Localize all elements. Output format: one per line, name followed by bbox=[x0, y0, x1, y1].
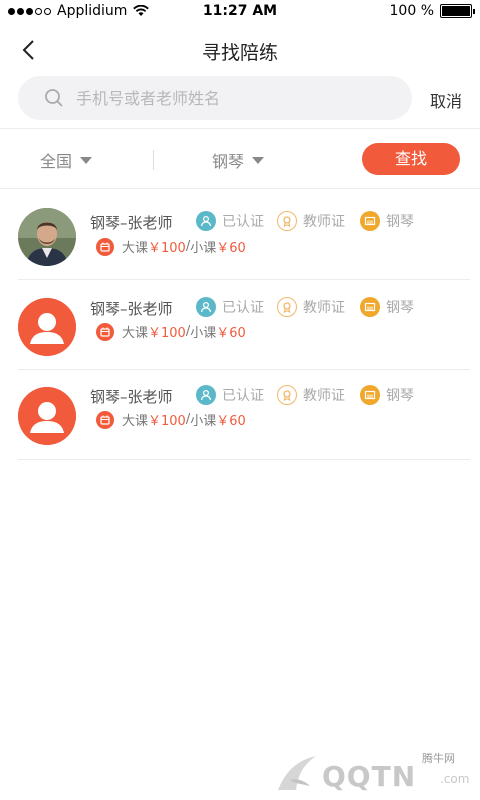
verified-badge: 已认证 bbox=[196, 297, 264, 317]
big-class-label: 大课 bbox=[122, 326, 149, 341]
certificate-icon bbox=[277, 211, 297, 231]
search-icon bbox=[45, 89, 63, 107]
big-class-label: 大课 bbox=[122, 241, 149, 256]
instrument-filter-label: 钢琴 bbox=[212, 152, 245, 171]
search-row: 取消 bbox=[0, 76, 480, 126]
instrument-label: 钢琴 bbox=[386, 214, 414, 230]
search-box[interactable] bbox=[18, 76, 412, 120]
teacher-list: 钢琴–张老师 已认证 教师证 钢琴 大课 ￥100 / 小课 ￥60 钢琴–张老… bbox=[0, 190, 480, 460]
verified-badge: 已认证 bbox=[196, 211, 264, 231]
watermark-site-name: 腾牛网 bbox=[422, 752, 455, 765]
teacher-name: 钢琴–张老师 bbox=[90, 388, 173, 406]
certificate-badge: 教师证 bbox=[277, 211, 345, 231]
avatar bbox=[18, 298, 76, 356]
user-verified-icon bbox=[196, 385, 216, 405]
price-icon bbox=[96, 322, 114, 341]
avatar bbox=[18, 208, 76, 266]
certificate-icon bbox=[277, 297, 297, 317]
certificate-label: 教师证 bbox=[303, 300, 345, 316]
certificate-label: 教师证 bbox=[303, 388, 345, 404]
small-class-price: ￥60 bbox=[216, 241, 246, 256]
piano-icon bbox=[360, 385, 380, 405]
filter-row: 全国 钢琴 查找 bbox=[0, 130, 480, 188]
nav-bar: 寻找陪练 bbox=[0, 24, 480, 76]
teacher-name: 钢琴–张老师 bbox=[90, 214, 173, 232]
small-class-price: ￥60 bbox=[216, 414, 246, 429]
user-verified-icon bbox=[196, 297, 216, 317]
watermark-text: QQTN bbox=[322, 760, 417, 793]
price-icon bbox=[96, 237, 114, 256]
divider bbox=[0, 128, 480, 129]
instrument-label: 钢琴 bbox=[386, 388, 414, 404]
teacher-name: 钢琴–张老师 bbox=[90, 300, 173, 318]
price-line: 大课 ￥100 / 小课 ￥60 bbox=[96, 410, 246, 429]
certificate-label: 教师证 bbox=[303, 214, 345, 230]
dropdown-arrow-icon bbox=[80, 156, 93, 164]
piano-icon bbox=[360, 211, 380, 231]
instrument-label: 钢琴 bbox=[386, 300, 414, 316]
instrument-badge: 钢琴 bbox=[360, 297, 414, 317]
teacher-list-item[interactable]: 钢琴–张老师 已认证 教师证 钢琴 大课 ￥100 / 小课 ￥60 bbox=[0, 190, 480, 280]
watermark-logo-icon bbox=[278, 756, 316, 790]
certificate-icon bbox=[277, 385, 297, 405]
verified-badge: 已认证 bbox=[196, 385, 264, 405]
certificate-badge: 教师证 bbox=[277, 385, 345, 405]
big-class-label: 大课 bbox=[122, 414, 149, 429]
teacher-list-item[interactable]: 钢琴–张老师 已认证 教师证 钢琴 大课 ￥100 / 小课 ￥60 bbox=[0, 280, 480, 370]
status-bar: Applidium 11:27 AM 100 % bbox=[0, 0, 480, 24]
instrument-filter[interactable]: 钢琴 bbox=[212, 148, 265, 172]
watermark-suffix: .com bbox=[440, 772, 470, 786]
price-line: 大课 ￥100 / 小课 ￥60 bbox=[96, 237, 246, 256]
price-line: 大课 ￥100 / 小课 ￥60 bbox=[96, 322, 246, 341]
small-class-price: ￥60 bbox=[216, 326, 246, 341]
dropdown-arrow-icon bbox=[252, 156, 265, 164]
avatar bbox=[18, 387, 76, 445]
teacher-list-item[interactable]: 钢琴–张老师 已认证 教师证 钢琴 大课 ￥100 / 小课 ￥60 bbox=[0, 370, 480, 460]
big-class-price: ￥100 bbox=[148, 241, 186, 256]
battery-percent: 100 % bbox=[389, 3, 434, 19]
price-icon bbox=[96, 410, 114, 429]
verified-label: 已认证 bbox=[222, 388, 264, 404]
cancel-button[interactable]: 取消 bbox=[430, 88, 462, 112]
page-title: 寻找陪练 bbox=[201, 42, 278, 64]
filter-separator bbox=[153, 150, 154, 170]
instrument-badge: 钢琴 bbox=[360, 211, 414, 231]
search-button[interactable]: 查找 bbox=[362, 143, 460, 175]
instrument-badge: 钢琴 bbox=[360, 385, 414, 405]
region-filter[interactable]: 全国 bbox=[40, 148, 93, 172]
watermark: QQTN .com 腾牛网 bbox=[272, 742, 472, 800]
piano-icon bbox=[360, 297, 380, 317]
search-input[interactable] bbox=[76, 88, 376, 108]
row-divider bbox=[18, 459, 470, 460]
verified-label: 已认证 bbox=[222, 214, 264, 230]
small-class-label: 小课 bbox=[190, 414, 217, 429]
divider bbox=[0, 188, 480, 189]
big-class-price: ￥100 bbox=[148, 414, 186, 429]
battery-icon bbox=[440, 4, 475, 18]
small-class-label: 小课 bbox=[190, 241, 217, 256]
big-class-price: ￥100 bbox=[148, 326, 186, 341]
region-filter-label: 全国 bbox=[40, 152, 73, 171]
small-class-label: 小课 bbox=[190, 326, 217, 341]
certificate-badge: 教师证 bbox=[277, 297, 345, 317]
status-right: 100 % bbox=[389, 3, 475, 19]
verified-label: 已认证 bbox=[222, 300, 264, 316]
user-verified-icon bbox=[196, 211, 216, 231]
